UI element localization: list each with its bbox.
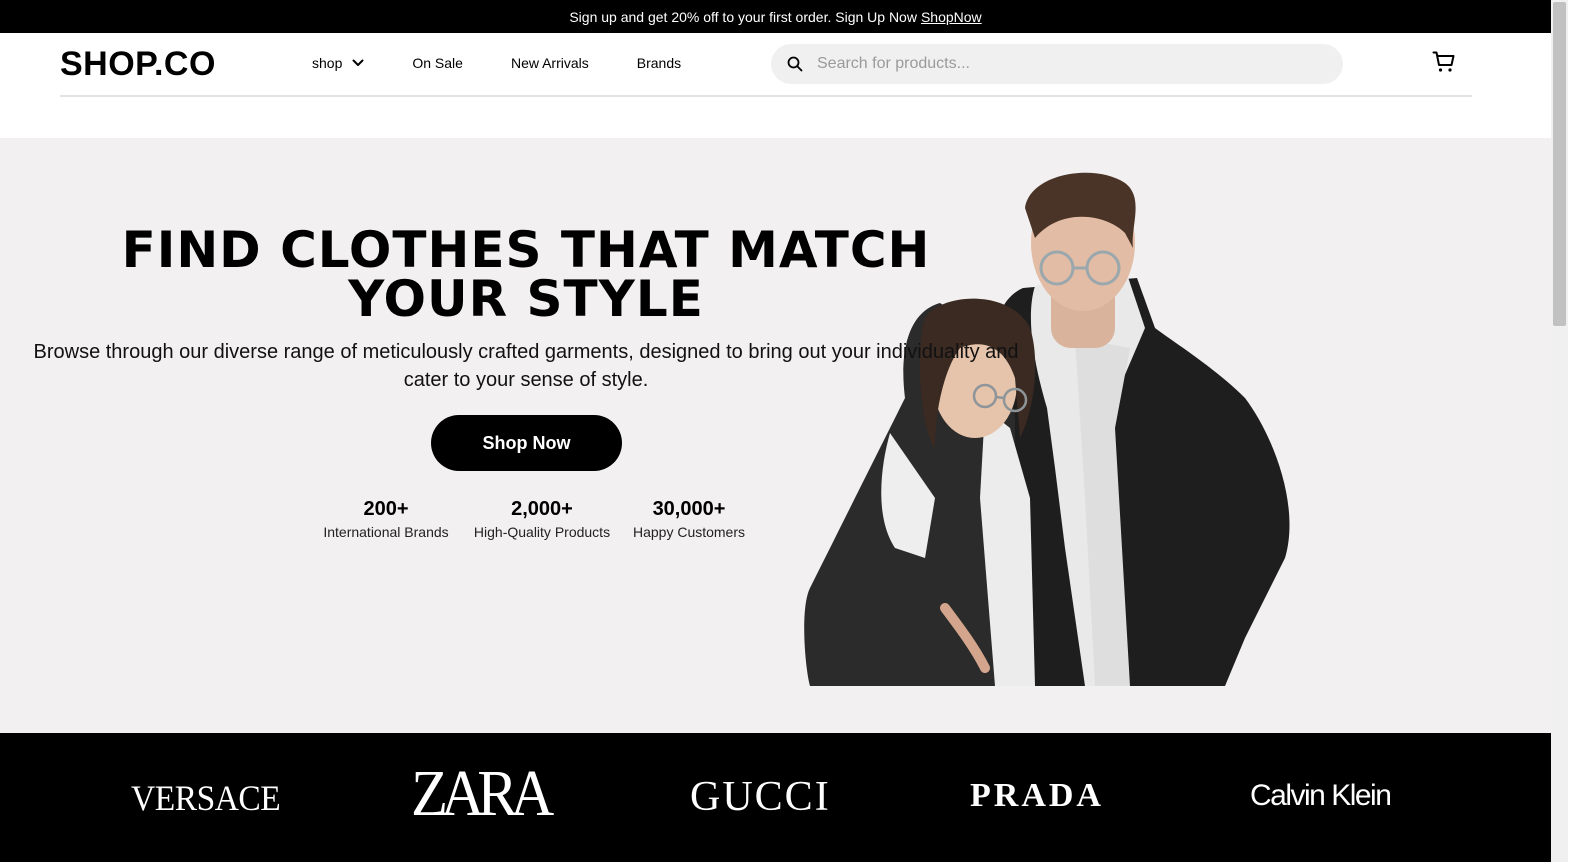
stat-value: 200+	[363, 498, 409, 520]
search-icon[interactable]	[787, 56, 803, 72]
nav-item-shop[interactable]: shop	[312, 55, 364, 71]
stat-label: Happy Customers	[632, 524, 746, 540]
stat-products: 2,000+ High-Quality Products	[472, 496, 612, 540]
search-bar[interactable]	[771, 44, 1343, 84]
nav-item-brands[interactable]: Brands	[637, 55, 681, 71]
brand-logo-calvin-klein: Calvin Klein	[1250, 779, 1392, 812]
stat-label: International Brands	[323, 524, 449, 540]
search-input[interactable]	[817, 55, 1317, 73]
shop-now-button[interactable]: Shop Now	[431, 415, 622, 471]
announcement-text: Sign up and get 20% off to your first or…	[569, 8, 917, 25]
hero-description: Browse through our diverse range of meti…	[33, 341, 1019, 391]
page-scrollbar-thumb[interactable]	[1553, 2, 1566, 326]
site-logo[interactable]: SHOP.CO	[60, 45, 216, 84]
stat-brands: 200+ International Brands	[316, 496, 456, 540]
cart-icon[interactable]	[1432, 50, 1456, 79]
brand-logo-prada: PRADA	[970, 777, 1104, 814]
announcement-shopnow-link[interactable]: ShopNow	[921, 9, 982, 25]
nav-item-new-arrivals[interactable]: New Arrivals	[511, 55, 589, 71]
site-header: SHOP.CO shop On Sale New Arrivals Brands	[0, 33, 1551, 138]
stat-customers: 30,000+ Happy Customers	[628, 496, 750, 540]
brand-logo-gucci: GUCCI	[690, 774, 831, 820]
header-bar: SHOP.CO shop On Sale New Arrivals Brands	[60, 33, 1472, 97]
chevron-down-icon	[352, 59, 364, 66]
nav-item-label: Brands	[636, 55, 682, 71]
main-nav: shop On Sale New Arrivals Brands	[312, 55, 729, 71]
brand-logo-zara: ZARA	[411, 757, 554, 830]
brand-logo-versace: VERSACE	[131, 778, 281, 818]
nav-item-label: On Sale	[412, 55, 463, 71]
stat-value: 2,000+	[511, 498, 573, 520]
nav-item-label: shop	[312, 55, 343, 71]
stat-label: High-Quality Products	[473, 524, 611, 540]
hero-models-image	[804, 172, 1290, 686]
announcement-bar: Sign up and get 20% off to your first or…	[0, 0, 1551, 33]
nav-item-on-sale[interactable]: On Sale	[412, 55, 463, 71]
brands-strip: VERSACE ZARA GUCCI PRADA Calvin Klein	[0, 733, 1551, 862]
hero-stats: 200+ International Brands 2,000+ High-Qu…	[316, 496, 766, 540]
nav-item-label: New Arrivals	[510, 55, 589, 71]
hero-section: FIND CLOTHES THAT MATCH YOUR STYLE Brows…	[0, 138, 1551, 733]
stat-value: 30,000+	[652, 498, 726, 520]
